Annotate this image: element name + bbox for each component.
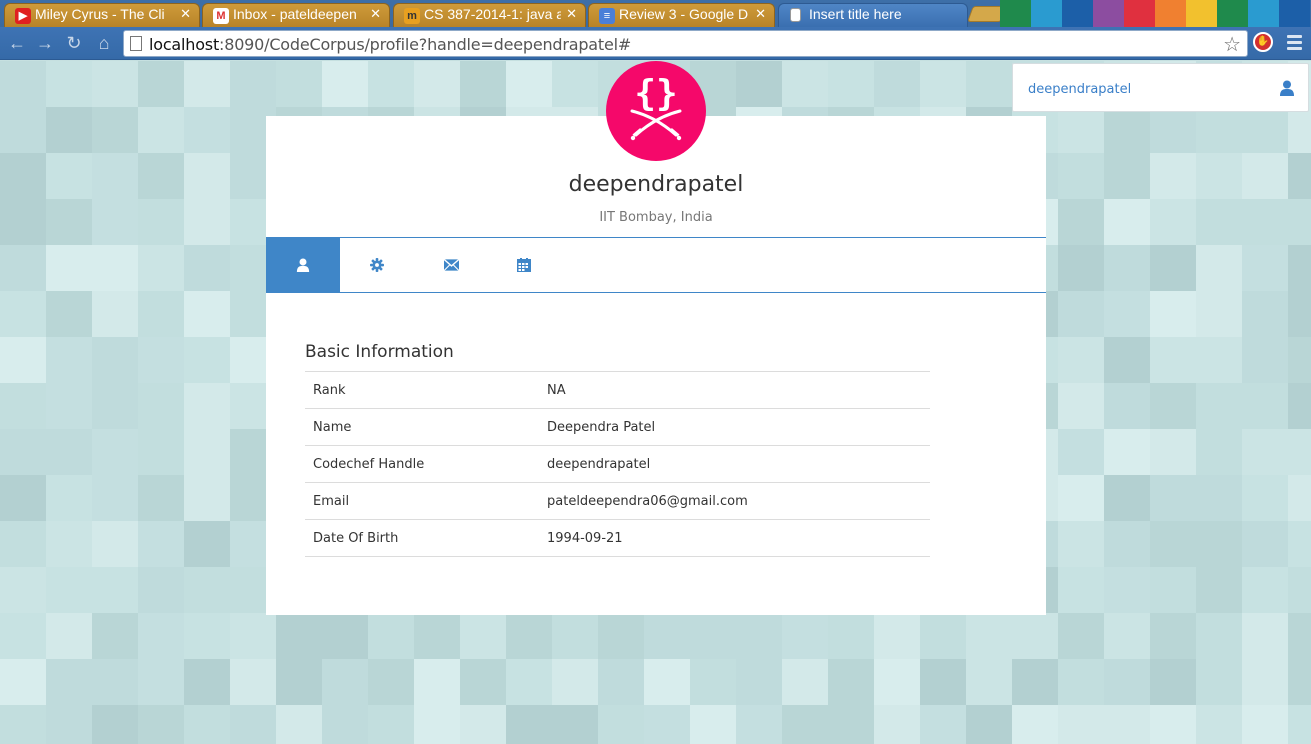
profile-institution: IIT Bombay, India bbox=[599, 210, 713, 225]
url-text[interactable]: localhost:8090/CodeCorpus/profile?handle… bbox=[149, 35, 631, 54]
section-title: Basic Information bbox=[305, 342, 454, 362]
tab-calendar[interactable] bbox=[487, 238, 561, 292]
row-label: Date Of Birth bbox=[305, 519, 539, 557]
gmail-icon: M bbox=[213, 8, 229, 24]
browser-tab-gmail[interactable]: M Inbox - pateldeepen ✕ bbox=[202, 3, 390, 27]
reload-icon[interactable]: ↻ bbox=[64, 33, 84, 53]
adblock-icon[interactable]: ✋ bbox=[1253, 32, 1273, 52]
browser-tab-docs[interactable]: ≡ Review 3 - Google D ✕ bbox=[588, 3, 775, 27]
bookmark-star-icon[interactable]: ☆ bbox=[1223, 32, 1241, 57]
username-link[interactable]: deependrapatel bbox=[1028, 82, 1131, 97]
tab-title: CS 387-2014-1: java a bbox=[424, 6, 561, 22]
browser-tab-active[interactable]: Insert title here bbox=[778, 3, 968, 27]
close-icon[interactable]: ✕ bbox=[370, 6, 381, 22]
page-background: deependrapatel deependrapatel IIT Bombay… bbox=[0, 61, 1311, 744]
tab-profile[interactable] bbox=[266, 238, 340, 292]
back-icon[interactable]: ← bbox=[7, 33, 27, 53]
table-row: Name Deependra Patel bbox=[305, 408, 930, 446]
google-docs-icon: ≡ bbox=[599, 8, 615, 24]
moodle-icon: m bbox=[404, 8, 420, 24]
youtube-icon: ▶ bbox=[15, 8, 31, 24]
gear-icon bbox=[370, 258, 384, 272]
profile-name: deependrapatel bbox=[568, 172, 744, 197]
row-label: Codechef Handle bbox=[305, 445, 539, 483]
row-value: deependrapatel bbox=[539, 445, 930, 483]
basic-info-table: Rank NA Name Deependra Patel Codechef Ha… bbox=[305, 371, 930, 557]
calendar-icon bbox=[517, 258, 531, 272]
row-label: Rank bbox=[305, 371, 539, 409]
close-icon[interactable]: ✕ bbox=[755, 6, 766, 22]
browser-toolbar: ← → ↻ ⌂ localhost:8090/CodeCorpus/profil… bbox=[0, 27, 1311, 60]
address-bar[interactable]: localhost:8090/CodeCorpus/profile?handle… bbox=[123, 30, 1248, 57]
tab-messages[interactable] bbox=[414, 238, 488, 292]
row-label: Name bbox=[305, 408, 539, 446]
page-icon bbox=[130, 36, 142, 51]
user-icon bbox=[296, 258, 310, 272]
site-logo[interactable]: {} bbox=[606, 61, 706, 161]
close-icon[interactable]: ✕ bbox=[566, 6, 577, 22]
row-value: 1994-09-21 bbox=[539, 519, 930, 557]
page-icon bbox=[790, 8, 801, 22]
profile-tabs bbox=[266, 237, 1046, 293]
row-label: Email bbox=[305, 482, 539, 520]
envelope-icon bbox=[443, 259, 459, 271]
tab-title: Inbox - pateldeepen bbox=[233, 6, 357, 22]
table-row: Codechef Handle deependrapatel bbox=[305, 445, 930, 483]
profile-card: deependrapatel IIT Bombay, India Basic I… bbox=[266, 116, 1046, 615]
tab-title: Miley Cyrus - The Cli bbox=[35, 6, 165, 22]
browser-tabstrip: ▶ Miley Cyrus - The Cli ✕ M Inbox - pate… bbox=[0, 0, 1311, 27]
forward-icon[interactable]: → bbox=[35, 33, 55, 53]
row-value: NA bbox=[539, 371, 930, 409]
browser-tab-youtube[interactable]: ▶ Miley Cyrus - The Cli ✕ bbox=[4, 3, 200, 27]
user-menu[interactable]: deependrapatel bbox=[1012, 63, 1309, 112]
row-value: pateldeependra06@gmail.com bbox=[539, 482, 930, 520]
crossed-swords-icon bbox=[630, 109, 682, 141]
url-path: :8090/CodeCorpus/profile?handle=deependr… bbox=[219, 35, 632, 54]
table-row: Email pateldeependra06@gmail.com bbox=[305, 482, 930, 520]
tab-title: Review 3 - Google D bbox=[619, 6, 749, 22]
browser-tab-moodle[interactable]: m CS 387-2014-1: java a ✕ bbox=[393, 3, 586, 27]
table-row: Rank NA bbox=[305, 371, 930, 409]
theme-stripes bbox=[1000, 0, 1310, 27]
tab-title: Insert title here bbox=[809, 6, 902, 22]
menu-icon[interactable] bbox=[1287, 35, 1302, 53]
row-value: Deependra Patel bbox=[539, 408, 930, 446]
tab-settings[interactable] bbox=[340, 238, 414, 292]
table-row: Date Of Birth 1994-09-21 bbox=[305, 519, 930, 557]
home-icon[interactable]: ⌂ bbox=[94, 33, 114, 53]
user-icon bbox=[1280, 80, 1294, 96]
url-host: localhost bbox=[149, 35, 220, 54]
close-icon[interactable]: ✕ bbox=[180, 6, 191, 22]
